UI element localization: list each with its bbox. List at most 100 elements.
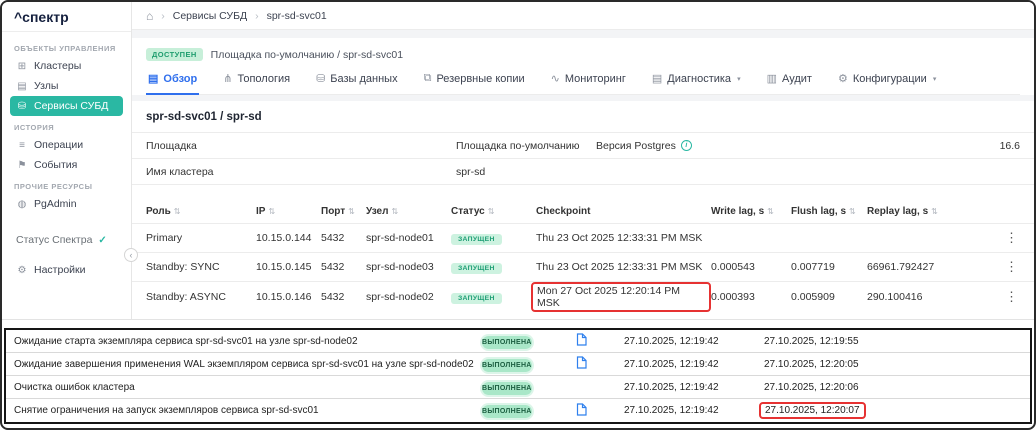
status-badge: ЗАПУЩЕН — [451, 234, 502, 245]
row-menu-kebab-icon[interactable]: ⋮ — [977, 259, 1020, 275]
log-document-icon[interactable] — [576, 333, 587, 346]
breadcrumb-item-services[interactable]: Сервисы СУБД — [173, 10, 247, 22]
spectr-status[interactable]: Статус Спектра ✓ — [16, 234, 117, 246]
tab-topology[interactable]: ⋔ Топология — [221, 72, 292, 94]
sidebar-item-pgadmin[interactable]: ◍ PgAdmin — [10, 194, 123, 214]
list-item: Очистка ошибок кластера ВЫПОЛНЕНА 27.10.… — [6, 376, 1030, 399]
databases-icon: ⛁ — [316, 72, 325, 85]
home-icon[interactable]: ⌂ — [146, 9, 153, 23]
tab-label: Резервные копии — [436, 73, 524, 85]
tab-databases[interactable]: ⛁ Базы данных — [314, 72, 400, 94]
info-row-cluster-name: Имя кластера spr-sd — [132, 159, 1034, 185]
screenshot-frame: ^спектр ОБЪЕКТЫ УПРАВЛЕНИЯ ⊞ Кластеры ▤ … — [0, 0, 1036, 430]
sidebar-item-nodes[interactable]: ▤ Узлы — [10, 76, 123, 96]
sidebar-item-operations[interactable]: ≡ Операции — [10, 135, 123, 155]
database-icon: ⛁ — [16, 101, 28, 112]
port-cell: 5432 — [321, 291, 366, 303]
tab-label: Аудит — [782, 73, 812, 85]
table-row: Standby: SYNC 10.15.0.145 5432 spr-sd-no… — [132, 252, 1034, 281]
audit-doc-icon: ▥ — [767, 72, 777, 85]
table-row: Primary 10.15.0.144 5432 spr-sd-node01 З… — [132, 223, 1034, 252]
row-menu-kebab-icon[interactable]: ⋮ — [977, 289, 1020, 305]
sidebar: ^спектр ОБЪЕКТЫ УПРАВЛЕНИЯ ⊞ Кластеры ▤ … — [2, 2, 132, 319]
operation-status-badge: ВЫПОЛНЕНА — [482, 405, 532, 418]
tab-monitoring[interactable]: ∿ Мониторинг — [549, 72, 628, 94]
ip-cell: 10.15.0.145 — [256, 261, 321, 273]
operation-status-badge: ВЫПОЛНЕНА — [482, 336, 532, 349]
postgres-version-label: Версия Postgres — [596, 140, 676, 152]
info-icon[interactable]: i — [681, 140, 692, 151]
app-logo: ^спектр — [2, 2, 131, 32]
site-value: Площадка по-умолчанию — [456, 140, 596, 152]
list-item: Ожидание завершения применения WAL экзем… — [6, 353, 1030, 376]
sidebar-item-events[interactable]: ⚑ События — [10, 155, 123, 175]
sort-icon: ⇅ — [391, 207, 398, 216]
sidebar-item-label: Настройки — [34, 264, 86, 276]
chevron-down-icon: ▾ — [737, 75, 741, 83]
status-cell: ЗАПУЩЕН — [451, 291, 536, 304]
overview-doc-icon: ▤ — [148, 72, 158, 85]
chevron-down-icon: ▾ — [933, 75, 937, 83]
ip-cell: 10.15.0.144 — [256, 232, 321, 244]
role-cell: Standby: ASYNC — [146, 291, 256, 303]
collapse-sidebar-button[interactable]: ‹ — [124, 248, 138, 262]
column-header-port[interactable]: Порт⇅ — [321, 206, 366, 217]
sidebar-item-label: Узлы — [34, 80, 58, 92]
log-document-icon[interactable] — [576, 403, 587, 416]
operation-description: Снятие ограничения на запуск экземпляров… — [14, 405, 476, 416]
column-header-role[interactable]: Роль⇅ — [146, 206, 256, 217]
tab-label: Базы данных — [330, 73, 397, 85]
sidebar-item-clusters[interactable]: ⊞ Кластеры — [10, 56, 123, 76]
sidebar-item-label: Операции — [34, 139, 83, 151]
tab-backups[interactable]: ⧉ Резервные копии — [422, 72, 527, 94]
service-location-path: Площадка по-умолчанию / spr-sd-svc01 — [211, 49, 403, 61]
operation-finished-at: 27.10.2025, 12:20:06 — [756, 382, 916, 393]
column-header-replay-lag[interactable]: Replay lag, s⇅ — [867, 206, 977, 217]
column-header-flush-lag[interactable]: Flush lag, s⇅ — [791, 206, 867, 217]
tab-label: Конфигурации — [853, 73, 927, 85]
checkpoint-cell: Thu 23 Oct 2025 12:33:31 PM MSK — [536, 261, 711, 273]
backup-copies-icon: ⧉ — [424, 72, 432, 85]
role-cell: Standby: SYNC — [146, 261, 256, 273]
checkpoint-cell: Mon 27 Oct 2025 12:20:14 PM MSK — [536, 282, 711, 312]
tab-label: Мониторинг — [565, 73, 626, 85]
sort-icon: ⇅ — [767, 207, 774, 216]
row-menu-kebab-icon[interactable]: ⋮ — [977, 230, 1020, 246]
tab-diagnostics[interactable]: ▤ Диагностика ▾ — [650, 72, 743, 94]
column-header-node[interactable]: Узел⇅ — [366, 206, 451, 217]
service-status-row: ДОСТУПЕН Площадка по-умолчанию / spr-sd-… — [146, 48, 1020, 61]
highlighted-finished-at: 27.10.2025, 12:20:07 — [759, 402, 866, 419]
log-document-icon[interactable] — [576, 356, 587, 369]
status-cell: ЗАПУЩЕН — [451, 261, 536, 274]
sidebar-section-title-other: ПРОЧИЕ РЕСУРСЫ — [14, 182, 119, 191]
breadcrumb-separator-icon: › — [161, 10, 165, 22]
tab-label: Обзор — [163, 73, 197, 85]
column-header-write-lag[interactable]: Write lag, s⇅ — [711, 206, 791, 217]
sort-icon: ⇅ — [849, 207, 856, 216]
node-cell: spr-sd-node03 — [366, 261, 451, 273]
tab-overview[interactable]: ▤ Обзор — [146, 72, 199, 94]
info-row-site: Площадка Площадка по-умолчанию Версия Po… — [132, 133, 1034, 159]
status-badge: ЗАПУЩЕН — [451, 293, 502, 304]
config-gear-icon: ⚙ — [838, 72, 848, 85]
status-check-icon: ✓ — [98, 235, 106, 246]
tab-configurations[interactable]: ⚙ Конфигурации ▾ — [836, 72, 938, 94]
operations-log-panel: Ожидание старта экземпляра сервиса spr-s… — [4, 328, 1032, 424]
operation-started-at: 27.10.2025, 12:19:42 — [606, 382, 756, 393]
spectr-status-label: Статус Спектра — [16, 234, 92, 246]
tab-audit[interactable]: ▥ Аудит — [765, 72, 814, 94]
sidebar-item-settings[interactable]: ⚙ Настройки — [10, 260, 123, 280]
replay-lag-cell: 290.100416 — [867, 291, 977, 303]
sidebar-section-title-objects: ОБЪЕКТЫ УПРАВЛЕНИЯ — [14, 44, 119, 53]
cluster-name-value: spr-sd — [456, 166, 596, 178]
column-header-ip[interactable]: IP⇅ — [256, 206, 321, 217]
settings-gear-icon: ⚙ — [16, 265, 28, 276]
events-flag-icon: ⚑ — [16, 160, 28, 171]
operation-finished-at: 27.10.2025, 12:19:55 — [756, 336, 916, 347]
sort-icon: ⇅ — [268, 207, 275, 216]
table-header-row: Роль⇅ IP⇅ Порт⇅ Узел⇅ Статус⇅ Checkpoint… — [132, 199, 1034, 223]
sidebar-item-label: PgAdmin — [34, 198, 77, 210]
breadcrumb: ⌂ › Сервисы СУБД › spr-sd-svc01 — [132, 2, 1034, 30]
sidebar-item-dbms-services[interactable]: ⛁ Сервисы СУБД — [10, 96, 123, 116]
column-header-status[interactable]: Статус⇅ — [451, 206, 536, 217]
